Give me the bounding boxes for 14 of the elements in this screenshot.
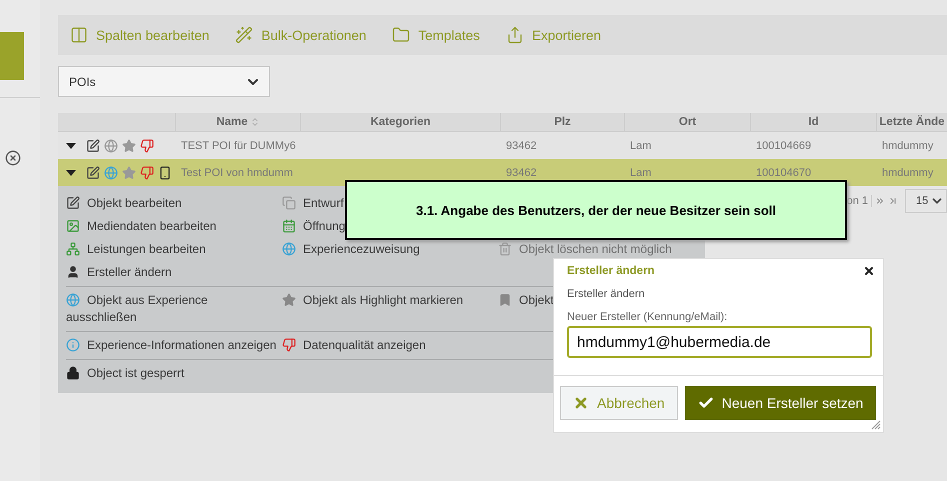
table-cell-text: hmdummy (881, 166, 934, 178)
table-cell-text: Lam (629, 140, 652, 152)
table-cell-text: Lam (629, 166, 652, 178)
table-cell-text: Test POI von hmdumm (180, 166, 294, 178)
dialog-text: Ersteller ändern (567, 288, 646, 300)
table-cell-text: 100104670 (755, 166, 812, 178)
table-cell-text: 93462 (505, 166, 538, 178)
table-cell-text: 93462 (505, 140, 538, 152)
dialog-title: Ersteller ändern (567, 265, 655, 277)
table-cell-text: TEST POI für DUMMy6 (180, 140, 297, 152)
table-cell-text: 100104669 (755, 140, 812, 152)
table-cell-text: hmdummy (881, 140, 934, 152)
tooltip: 3.1. Angabe des Benutzers, der der neue Besitzer sein soll (345, 180, 847, 240)
field-label: Neuer Ersteller (Kennung/eMail): (567, 311, 728, 323)
